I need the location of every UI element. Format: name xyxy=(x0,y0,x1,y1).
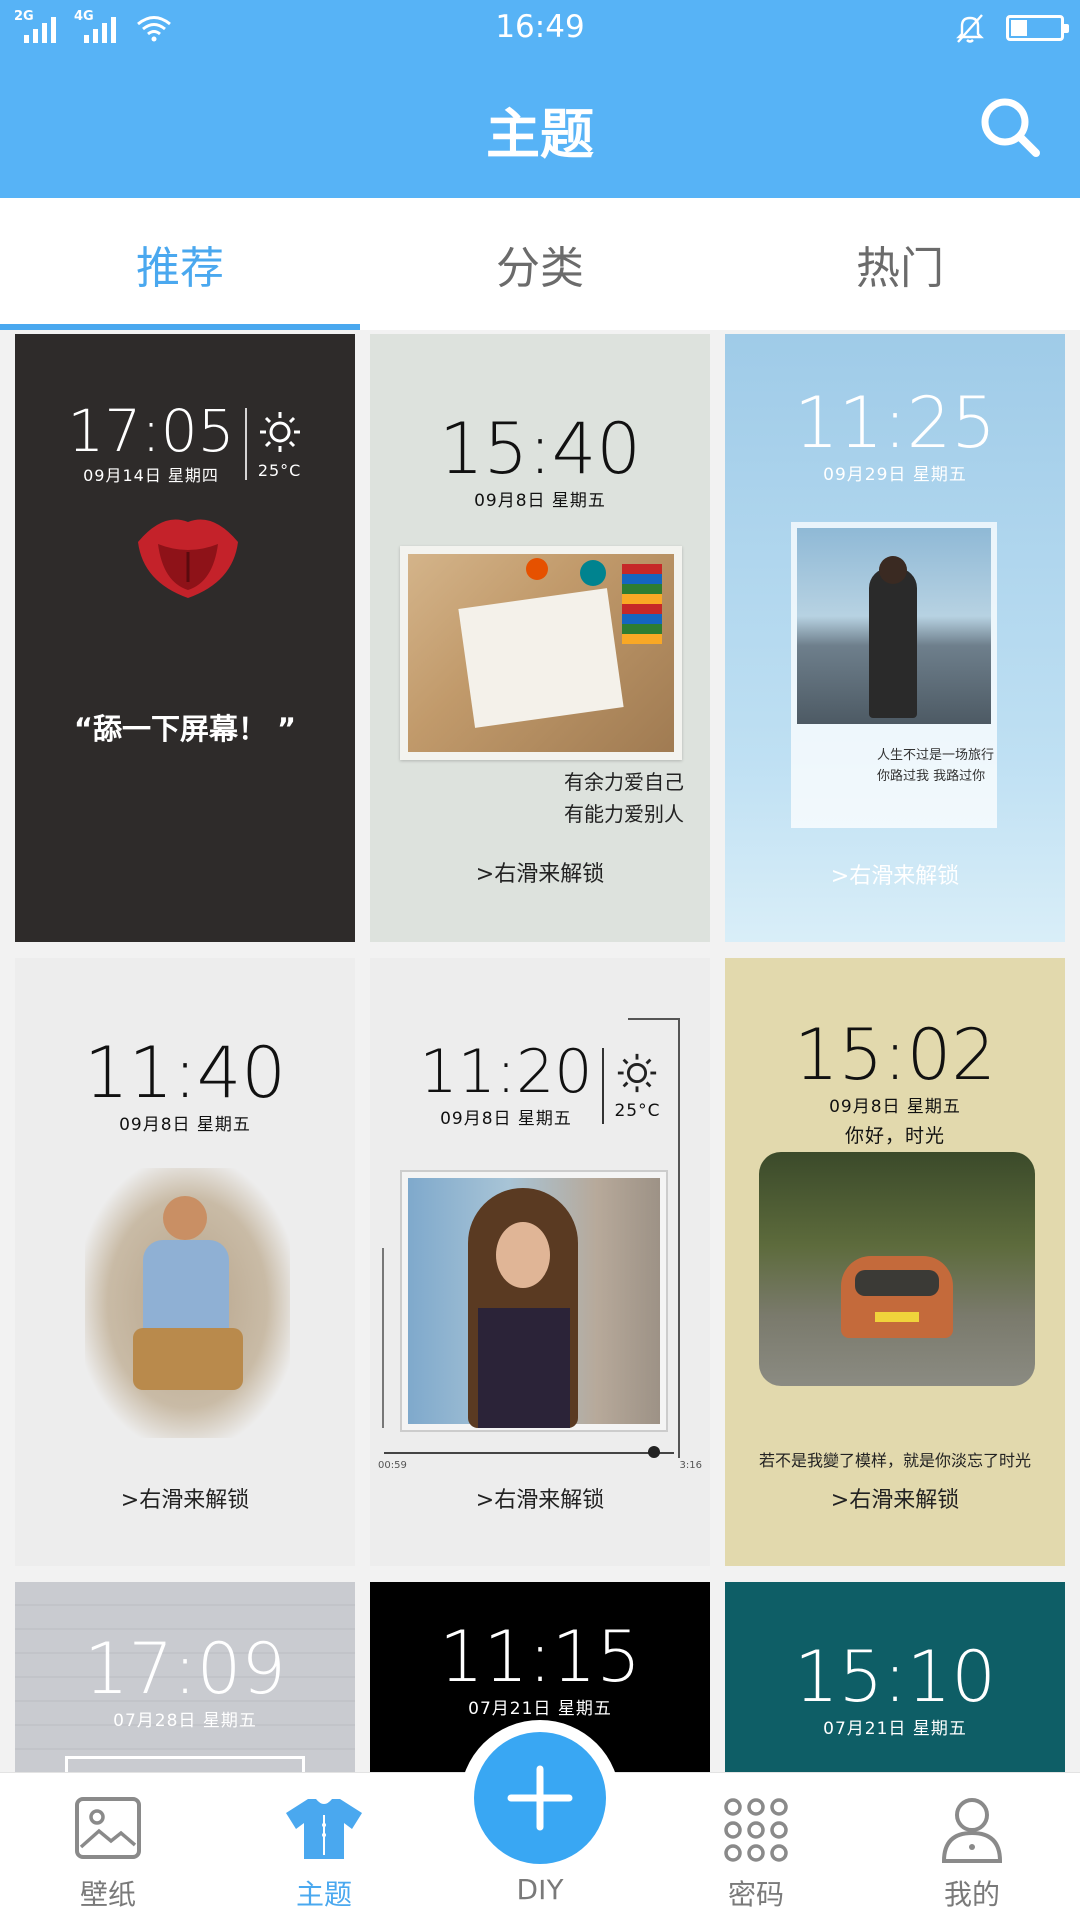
weather-temp: 25°C xyxy=(614,1100,661,1121)
theme-card[interactable]: 17:05 09月14日 星期四 25°C “舔一下屏幕！ ” xyxy=(15,334,355,942)
app-header: 主题 xyxy=(0,60,1080,198)
theme-card[interactable]: 11:40 09月8日 星期五 >右滑来解锁 xyxy=(15,958,355,1566)
theme-card[interactable]: 11:25 09月29日 星期五 人生不过是一场旅行 你路过我 我路过你 >右滑… xyxy=(725,334,1065,942)
track-duration: 3:16 xyxy=(679,1460,702,1471)
keypad-icon xyxy=(724,1798,788,1862)
clock-date: 09月14日 星期四 xyxy=(83,466,219,485)
clock-block: 11:15 07月21日 星期五 xyxy=(370,1622,710,1719)
quote-line: 你路过我 我路过你 xyxy=(877,768,986,784)
nav-theme[interactable]: 主题 xyxy=(216,1773,432,1920)
clock-block: 11:20 09月8日 星期五 25°C xyxy=(370,1042,710,1129)
nav-label: 主题 xyxy=(295,1878,352,1911)
shirt-icon xyxy=(286,1799,362,1859)
clock-time: 17:09 xyxy=(84,1628,286,1710)
clock-date: 09月8日 星期五 xyxy=(474,491,606,511)
theme-quote: 若不是我變了模样，就是你淡忘了时光 xyxy=(758,1451,1031,1470)
diy-add-button[interactable] xyxy=(474,1732,606,1864)
app-root: 2G 4G 16:49 主题 推荐 分类 热门 17:05 09月14日 星期四… xyxy=(0,0,1080,1920)
tab-recommended[interactable]: 推荐 xyxy=(0,198,360,330)
battery-icon xyxy=(1006,15,1069,41)
clock-block: 17:09 07月28日 星期五 xyxy=(15,1634,355,1731)
unlock-hint: >右滑来解锁 xyxy=(475,1488,605,1513)
theme-quote: 人生不过是一场旅行 你路过我 我路过你 xyxy=(877,746,994,788)
photo-frame xyxy=(400,1170,668,1432)
status-bar: 2G 4G 16:49 xyxy=(0,0,1080,60)
clock-block: 15:02 09月8日 星期五 你好，时光 xyxy=(725,1020,1065,1148)
clock-time: 15:40 xyxy=(439,408,641,490)
lips-graphic xyxy=(138,519,238,598)
clock-block: 17:05 09月14日 星期四 25°C xyxy=(15,402,355,486)
tab-popular[interactable]: 热门 xyxy=(720,198,1080,330)
nav-label: 壁纸 xyxy=(79,1878,136,1911)
clock-block: 15:40 09月8日 星期五 xyxy=(370,414,710,511)
nav-label: 密码 xyxy=(727,1878,784,1911)
play-pause-icon xyxy=(648,1446,660,1458)
progress-track xyxy=(384,1452,674,1454)
clock-date: 07月28日 星期五 xyxy=(113,1711,257,1731)
status-time: 16:49 xyxy=(495,9,585,45)
photo-man-sitting xyxy=(85,1168,290,1438)
theme-quote: 有余力爱自己 有能力爱别人 xyxy=(564,766,684,830)
photo-woman-portrait xyxy=(408,1178,660,1428)
nav-wallpaper[interactable]: 壁纸 xyxy=(0,1773,216,1920)
theme-card[interactable]: 15:10 07月21日 星期五 xyxy=(725,1582,1065,1772)
search-icon[interactable] xyxy=(976,93,1046,163)
plus-icon xyxy=(507,1765,573,1831)
track-elapsed: 00:59 xyxy=(378,1460,407,1471)
unlock-hint: >右滑来解锁 xyxy=(830,1488,960,1513)
clock-time: 15:10 xyxy=(794,1636,996,1718)
nav-label: 我的 xyxy=(943,1878,1000,1911)
status-right xyxy=(954,12,1069,44)
clock-block: 15:10 07月21日 星期五 xyxy=(725,1642,1065,1739)
page-title: 主题 xyxy=(486,103,594,166)
clock-time: 17:05 xyxy=(67,397,235,465)
theme-caption: “舔一下屏幕！ ” xyxy=(73,712,297,746)
photo-vintage-car xyxy=(759,1152,1035,1386)
greeting-text: 你好，时光 xyxy=(844,1125,945,1147)
picture-icon xyxy=(75,1797,141,1859)
photo-frame xyxy=(400,546,682,760)
unlock-hint: >右滑来解锁 xyxy=(120,1488,250,1513)
clock-date: 09月8日 星期五 xyxy=(119,1115,251,1135)
theme-card[interactable]: 15:02 09月8日 星期五 你好，时光 若不是我變了模样，就是你淡忘了时光 … xyxy=(725,958,1065,1566)
tab-indicator xyxy=(0,324,360,330)
photo-traveler xyxy=(797,528,991,724)
theme-card[interactable]: 15:40 09月8日 星期五 有余力爱自己 有能力爱别人 >右滑来解锁 xyxy=(370,334,710,942)
clock-time: 11:15 xyxy=(439,1616,641,1698)
clock-time: 11:25 xyxy=(794,382,996,464)
clock-date: 07月21日 星期五 xyxy=(823,1719,967,1739)
unlock-hint: >右滑来解锁 xyxy=(830,864,960,889)
sun-icon xyxy=(618,1053,657,1092)
theme-card[interactable]: 17:09 07月28日 星期五 xyxy=(15,1582,355,1772)
unlock-hint: >右滑来解锁 xyxy=(475,862,605,887)
clock-date: 07月21日 星期五 xyxy=(468,1699,612,1719)
tab-categories[interactable]: 分类 xyxy=(360,198,720,330)
theme-card[interactable]: 11:20 09月8日 星期五 25°C 00:59 3:16 >右滑来解锁 xyxy=(370,958,710,1566)
clock-block: 11:40 09月8日 星期五 xyxy=(15,1038,355,1135)
clock-date: 09月29日 星期五 xyxy=(823,465,967,485)
photo-frame: 人生不过是一场旅行 你路过我 我路过你 xyxy=(791,522,997,828)
clock-block: 11:25 09月29日 星期五 xyxy=(725,388,1065,485)
category-tabs: 推荐 分类 热门 xyxy=(0,198,1080,330)
clock-date: 09月8日 星期五 xyxy=(829,1097,961,1117)
nav-mine[interactable]: 我的 xyxy=(864,1773,1080,1920)
clock-time: 11:40 xyxy=(84,1032,286,1114)
quote-line: 有能力爱别人 xyxy=(564,802,684,826)
bell-muted-icon xyxy=(956,14,984,43)
quote-line: 有余力爱自己 xyxy=(564,770,684,794)
weather-temp: 25°C xyxy=(257,460,302,480)
clock-date: 09月8日 星期五 xyxy=(440,1109,572,1129)
clock-time: 15:02 xyxy=(794,1014,996,1096)
user-icon xyxy=(941,1798,1003,1863)
quote-line: 人生不过是一场旅行 xyxy=(877,748,995,763)
photo-art-supplies xyxy=(408,554,674,752)
volume-track xyxy=(678,1018,680,1458)
sun-icon xyxy=(259,411,300,452)
nav-password[interactable]: 密码 xyxy=(648,1773,864,1920)
clock-time: 11:20 xyxy=(419,1037,593,1107)
